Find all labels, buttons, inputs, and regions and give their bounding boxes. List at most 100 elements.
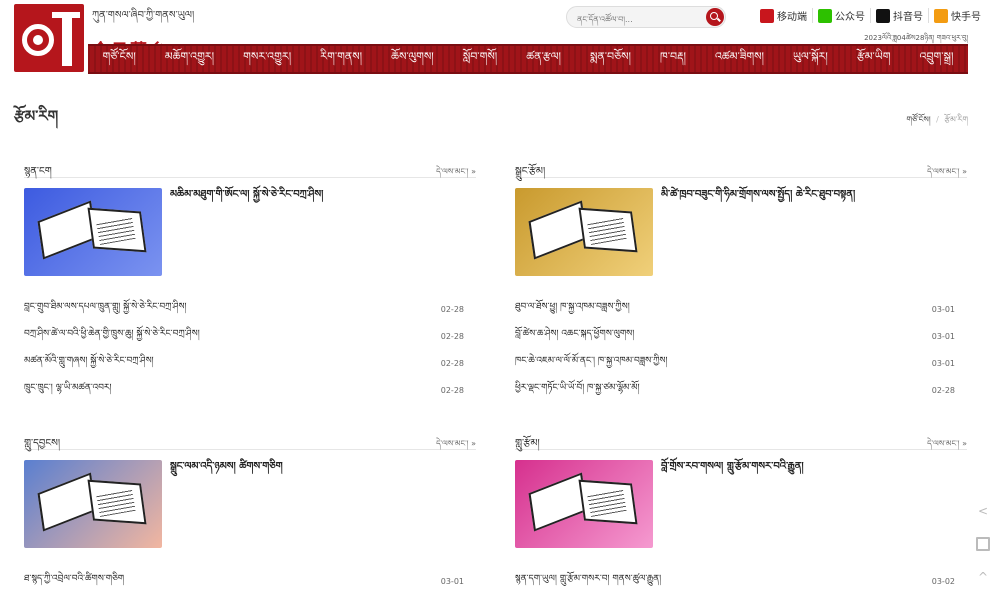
search-box (566, 6, 726, 30)
back-to-top-icon[interactable]: ^ (976, 570, 990, 584)
nav-item[interactable]: སྨན་བཅོས། (590, 44, 631, 75)
brand-tibetan: ཀུན་གསལ་ཞིབ་ཀྱི་གནས་ཡུལ། (92, 10, 195, 21)
list-item[interactable]: སྙན་དག་ཡུལ། གླུ་རྩོམ་གསར་བ། གནས་ཚུལ་རྒྱུ… (515, 568, 967, 595)
page-title: རྩོམ་རིག (14, 107, 59, 125)
nav-item[interactable]: གསར་འགྱུར། (243, 44, 291, 75)
list-item-date: 02-28 (440, 305, 464, 314)
section-fiction: སྒྲུང་རྩོམ། དེ་ལས་མང་། » མི་ཚེ་ཁྲབ་བཟུང་… (515, 158, 967, 404)
nav-item[interactable]: སློབ་གསོ། (463, 44, 497, 75)
list-item-title[interactable]: ཐ་སྙད་ཀྱི་འབྲེལ་བའི་ཚིགས་གཅིག (24, 569, 124, 594)
section-header: གླུ་དབྱངས། དེ་ལས་མང་། » (24, 430, 476, 466)
list-item[interactable]: བློ་ཚེས་ཆ་ཤེས། འཆང་སྐད་ཕྱོགས་ལུགས། 03-01 (515, 323, 967, 350)
article-list: ཐ་སྙད་ཀྱི་འབྲེལ་བའི་ཚིགས་གཅིག 03-01 (24, 568, 476, 595)
section-lyrics: གླུ་རྩོམ། དེ་ལས་མང་། » བློ་གྲོས་རབ་གསལ། … (515, 430, 967, 595)
tiktok-icon (876, 8, 890, 23)
nav-item[interactable]: རྩོམ་ཡིག (857, 44, 891, 75)
list-item-date: 02-28 (440, 359, 464, 368)
feature-article[interactable]: མཆིམ་མཐུག་གི་ཨོང་ལ། སྐྱོ་སེ་ཅེ་རིང་བཀྲ་ཤ… (24, 188, 476, 288)
list-item-title[interactable]: ཁང་ཆེ་འཇམ་ལ་ལོ་མོ་ནང་། ཁ་སྐྱ་འཁམ་བཟླས་ཀྱ… (515, 351, 667, 376)
feature-title[interactable]: མཆིམ་མཐུག་གི་ཨོང་ལ། སྐྱོ་སེ་ཅེ་རིང་བཀྲ་ཤ… (170, 188, 476, 202)
main-nav: གཙོ་ངོས། མཆོག་འགྱུར། གསར་འགྱུར། རིག་གནས།… (88, 44, 968, 74)
logo-dot (33, 35, 43, 45)
feature-title[interactable]: བློ་གྲོས་རབ་གསལ། གླུ་རྩོམ་གསར་བའི་རྒྱུན། (661, 460, 967, 474)
feature-thumbnail[interactable] (24, 460, 162, 548)
nav-item[interactable]: ཡུལ་སྐོར། (793, 44, 828, 75)
list-item-title[interactable]: བཀྲ་ཤིས་ཚེ་ལ་བའི་ཕྱི་ཆེན་གྱི་ཁྲུས་ཆུ། སྐ… (24, 324, 200, 349)
nav-item[interactable]: འཚམ་ཟིགས། (715, 44, 764, 75)
nav-item[interactable]: འབྲུག་སྒྲ། (920, 44, 954, 75)
breadcrumb-current: རྩོམ་རིག (944, 115, 968, 124)
kuaishou-link[interactable]: 快手号 (929, 8, 986, 23)
list-item-date: 03-02 (931, 577, 955, 586)
list-item[interactable]: ཕྱིར་ལྡང་གཏོང་ཡི་ཡོ་བོ། ཁ་སྐྱ་ཙམ་ལྷོམ་མོ… (515, 377, 967, 404)
list-item[interactable]: མཚན་མོའི་གླུ་གཞས། སྐྱོ་སེ་ཅེ་རིང་བཀྲ་ཤིས… (24, 350, 476, 377)
tiktok-label: 抖音号 (893, 12, 923, 23)
nav-item[interactable]: གཙོ་ངོས། (103, 44, 136, 75)
tiktok-link[interactable]: 抖音号 (871, 8, 929, 23)
list-item-date: 03-01 (440, 577, 464, 586)
wechat-icon (818, 8, 832, 23)
more-link[interactable]: དེ་ལས་མང་། » (927, 162, 967, 185)
wechat-label: 公众号 (835, 12, 865, 23)
feature-article[interactable]: མི་ཚེ་ཁྲབ་བཟུང་གི་ཧིམ་གྲོགས་ལས་སྤྱོད། ཆེ… (515, 188, 967, 288)
section-header: སྒྲུང་རྩོམ། དེ་ལས་མང་། » (515, 158, 967, 194)
list-item-title[interactable]: མཚན་མོའི་གླུ་གཞས། སྐྱོ་སེ་ཅེ་རིང་བཀྲ་ཤིས… (24, 351, 154, 376)
list-item[interactable]: བླང་གྲུབ་ཐིམ་ལས་དཔལ་ཁྲུན་གླུ། སྐྱོ་སེ་ཅེ… (24, 296, 476, 323)
qrcode-icon[interactable] (976, 537, 990, 551)
breadcrumb: གཙོ་ངོས། / རྩོམ་རིག (906, 110, 968, 133)
mobile-icon (760, 8, 774, 23)
article-list: བླང་གྲུབ་ཐིམ་ལས་དཔལ་ཁྲུན་གླུ། སྐྱོ་སེ་ཅེ… (24, 296, 476, 404)
nav-item[interactable]: རིག་གནས། (320, 44, 362, 75)
nav-item[interactable]: མཆོག་འགྱུར། (165, 44, 214, 75)
list-item[interactable]: ཐ་སྙད་ཀྱི་འབྲེལ་བའི་ཚིགས་གཅིག 03-01 (24, 568, 476, 595)
feature-title[interactable]: སྒྲུང་ལམ་འདི་ཉམས། ཚིགས་གཅིག (170, 460, 476, 474)
list-item-title[interactable]: བློ་ཚེས་ཆ་ཤེས། འཆང་སྐད་ཕྱོགས་ལུགས། (515, 324, 634, 349)
list-item-title[interactable]: ཕྱིར་ལྡང་གཏོང་ཡི་ཡོ་བོ། ཁ་སྐྱ་ཙམ་ལྷོམ་མོ… (515, 378, 640, 403)
breadcrumb-separator: / (936, 115, 939, 124)
logo-bar (62, 12, 72, 66)
feature-thumbnail[interactable] (24, 188, 162, 276)
more-link[interactable]: དེ་ལས་མང་། » (436, 162, 476, 185)
feature-thumbnail[interactable] (515, 460, 653, 548)
nav-item[interactable]: ཁ་བརྡ། (660, 44, 686, 75)
share-icon[interactable]: < (976, 504, 990, 518)
list-item[interactable]: ཐུབ་ལ་ཐོས་ཕྱུ། ཁ་སྐྱ་འཁམ་བཟླས་ཀྱིས། 03-01 (515, 296, 967, 323)
list-item[interactable]: ཁང་ཆེ་འཇམ་ལ་ལོ་མོ་ནང་། ཁ་སྐྱ་འཁམ་བཟླས་ཀྱ… (515, 350, 967, 377)
section-header: སྙན་ངག དེ་ལས་མང་། » (24, 158, 476, 194)
nav-item[interactable]: ཆོས་ལུགས། (391, 44, 434, 75)
list-item-date: 03-01 (931, 359, 955, 368)
list-item-title[interactable]: བླང་གྲུབ་ཐིམ་ལས་དཔལ་ཁྲུན་གླུ། སྐྱོ་སེ་ཅེ… (24, 297, 187, 322)
more-link[interactable]: དེ་ལས་མང་། » (436, 434, 476, 457)
list-item[interactable]: ཁྲུང་ཁྲུང་། ལྷ་ཡི་མཚན་འབར། 02-28 (24, 377, 476, 404)
list-item-date: 02-28 (440, 332, 464, 341)
list-item-date: 02-28 (440, 386, 464, 395)
list-item[interactable]: བཀྲ་ཤིས་ཚེ་ལ་བའི་ཕྱི་ཆེན་གྱི་ཁྲུས་ཆུ། སྐ… (24, 323, 476, 350)
site-logo[interactable] (14, 4, 84, 72)
breadcrumb-home[interactable]: གཙོ་ངོས། (906, 115, 930, 124)
wechat-link[interactable]: 公众号 (813, 8, 871, 23)
list-item-date: 03-01 (931, 305, 955, 314)
header-links: 移动端 公众号 抖音号 快手号 (755, 8, 986, 23)
search-icon[interactable] (706, 8, 724, 26)
list-item-date: 03-01 (931, 332, 955, 341)
feature-thumbnail[interactable] (515, 188, 653, 276)
article-list: ཐུབ་ལ་ཐོས་ཕྱུ། ཁ་སྐྱ་འཁམ་བཟླས་ཀྱིས། 03-01… (515, 296, 967, 404)
mobile-label: 移动端 (777, 12, 807, 23)
nav-item[interactable]: ཚན་རྩལ། (526, 44, 561, 75)
feature-title[interactable]: མི་ཚེ་ཁྲབ་བཟུང་གི་ཧིམ་གྲོགས་ལས་སྤྱོད། ཆེ… (661, 188, 967, 202)
kuaishou-label: 快手号 (951, 12, 981, 23)
list-item-title[interactable]: སྙན་དག་ཡུལ། གླུ་རྩོམ་གསར་བ། གནས་ཚུལ་རྒྱུ… (515, 569, 661, 594)
site-header: ཀུན་གསལ་ཞིབ་ཀྱི་གནས་ཡུལ། 今日藏乡 移动端 公众号 抖音… (0, 0, 1000, 76)
kuaishou-icon (934, 8, 948, 23)
section-poetry: སྙན་ངག དེ་ལས་མང་། » མཆིམ་མཐུག་གི་ཨོང་ལ། … (24, 158, 476, 404)
more-link[interactable]: དེ་ལས་མང་། » (927, 434, 967, 457)
feature-article[interactable]: བློ་གྲོས་རབ་གསལ། གླུ་རྩོམ་གསར་བའི་རྒྱུན། (515, 460, 967, 560)
section-header: གླུ་རྩོམ། དེ་ལས་མང་། » (515, 430, 967, 466)
list-item-title[interactable]: ཁྲུང་ཁྲུང་། ལྷ་ཡི་མཚན་འབར། (24, 378, 112, 403)
mobile-link[interactable]: 移动端 (755, 8, 813, 23)
feature-article[interactable]: སྒྲུང་ལམ་འདི་ཉམས། ཚིགས་གཅིག (24, 460, 476, 560)
section-songs: གླུ་དབྱངས། དེ་ལས་མང་། » སྒྲུང་ལམ་འདི་ཉམས… (24, 430, 476, 595)
search-input[interactable] (567, 9, 697, 30)
list-item-title[interactable]: ཐུབ་ལ་ཐོས་ཕྱུ། ཁ་སྐྱ་འཁམ་བཟླས་ཀྱིས། (515, 297, 630, 322)
list-item-date: 02-28 (931, 386, 955, 395)
